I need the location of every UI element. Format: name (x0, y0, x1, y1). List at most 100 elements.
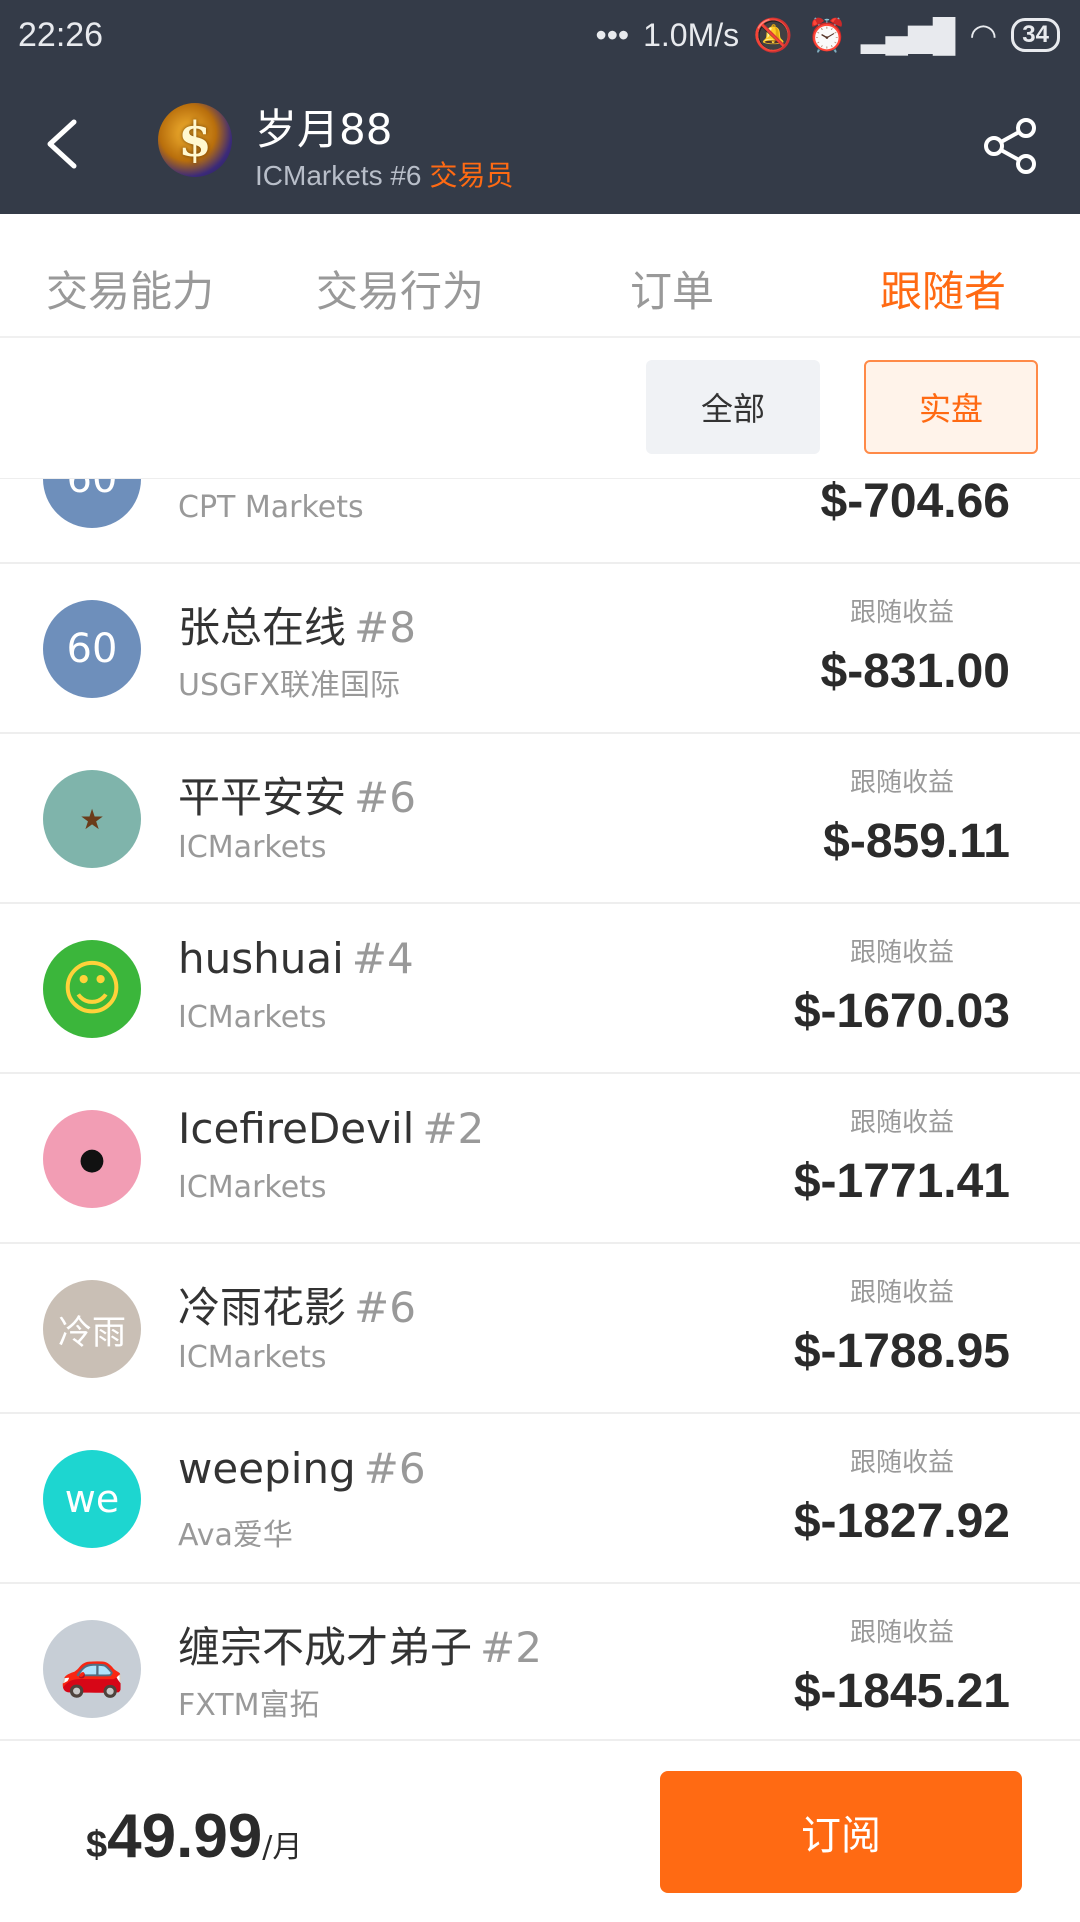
avatar: ● (43, 1110, 141, 1208)
trader-subtitle: ICMarkets #6 交易员 (255, 154, 514, 194)
wifi-icon: ◠ (969, 17, 998, 53)
avatar: ★ (43, 770, 141, 868)
follower-name-text: 平平安安 (178, 773, 347, 822)
follower-rank: #2 (480, 1623, 542, 1672)
price-amount: 49.99 (107, 1802, 263, 1871)
filter-bar: 全部 实盘 (0, 338, 1080, 479)
back-arrow-icon[interactable] (36, 114, 96, 174)
price-currency: $ (86, 1824, 108, 1866)
follower-name: 平平安安 #6 (178, 764, 416, 825)
follower-gain: $-1771.41 (793, 1155, 1010, 1208)
trader-avatar[interactable]: $ (158, 103, 232, 177)
gain-label: 跟随收益 (849, 1108, 954, 1138)
dollar-icon: $ (178, 112, 212, 168)
follower-broker: USGFX联准国际 (178, 668, 401, 703)
follower-name-text: 冷雨花影 (178, 1283, 347, 1332)
list-item[interactable]: 60 CPT Markets $-704.66 (0, 479, 1080, 564)
avatar: we (43, 1450, 141, 1548)
follower-gain: $-859.11 (823, 815, 1010, 868)
tab-orders[interactable]: 订单 (630, 258, 714, 319)
avatar-text: ● (78, 1141, 106, 1177)
avatar: 冷雨 (43, 1280, 141, 1378)
follower-name: 冷雨花影 #6 (178, 1274, 416, 1335)
price-period: /月 (262, 1830, 303, 1865)
follower-rank: #2 (422, 1104, 485, 1153)
avatar-text: 冷雨 (58, 1312, 126, 1353)
tab-bar: 交易能力 交易行为 订单 跟随者 (0, 228, 1080, 338)
avatar: 60 (43, 600, 141, 698)
follower-broker: ICMarkets (178, 830, 327, 865)
follower-gain: $-831.00 (820, 645, 1011, 698)
follower-name: 缠宗不成才弟子 #2 (178, 1614, 542, 1675)
subscription-price: $49.99/月 (86, 1801, 302, 1872)
avatar-text: ★ (79, 802, 105, 836)
tab-followers[interactable]: 跟随者 (880, 258, 1006, 319)
follower-name: hushuai #4 (178, 934, 414, 983)
status-bar: 22:26 ••• 1.0M/s 🔕 ⏰ ▂▄▆█ ◠ 34 (0, 0, 1080, 76)
avatar-text: 60 (66, 626, 118, 672)
follower-rank: #8 (354, 603, 416, 652)
follower-name-text: 张总在线 (178, 603, 347, 652)
gain-label: 跟随收益 (849, 1278, 954, 1308)
follower-rank: #6 (354, 1283, 416, 1332)
avatar-text: we (64, 1477, 120, 1521)
trader-role-badge: 交易员 (429, 159, 514, 192)
filter-all-button[interactable]: 全部 (646, 360, 820, 454)
gain-label: 跟随收益 (849, 1448, 954, 1478)
follower-name: weeping #6 (178, 1444, 426, 1493)
follower-rank: #6 (363, 1444, 426, 1493)
follower-broker: ICMarkets (178, 1170, 327, 1205)
follower-name-text: hushuai (178, 934, 344, 983)
follower-rank: #6 (354, 773, 416, 822)
avatar-text: 🚗 (59, 1639, 125, 1700)
follower-broker: Ava爱华 (178, 1518, 293, 1553)
subscribe-button[interactable]: 订阅 (660, 1771, 1022, 1893)
app-header: $ 岁月88 ICMarkets #6 交易员 (0, 76, 1080, 214)
follower-gain: $-1827.92 (793, 1495, 1010, 1548)
trader-broker: ICMarkets #6 (255, 160, 422, 191)
list-item[interactable]: 冷雨 冷雨花影 #6 ICMarkets 跟随收益 $-1788.95 (0, 1244, 1080, 1414)
signal-icon: ▂▄▆█ (860, 17, 956, 53)
gain-label: 跟随收益 (849, 598, 954, 628)
alarm-icon: ⏰ (806, 17, 847, 53)
follower-broker: CPT Markets (178, 490, 364, 525)
follower-name-text: weeping (178, 1444, 356, 1493)
follower-name: 张总在线 #8 (178, 594, 416, 655)
list-item[interactable]: ★ 平平安安 #6 ICMarkets 跟随收益 $-859.11 (0, 734, 1080, 904)
follower-gain: $-1845.21 (793, 1665, 1010, 1718)
avatar-text: 60 (66, 479, 118, 502)
follower-broker: FXTM富拓 (178, 1688, 320, 1723)
avatar: ☺ (43, 940, 141, 1038)
status-icons: ••• 1.0M/s 🔕 ⏰ ▂▄▆█ ◠ 34 (595, 16, 1060, 54)
list-item[interactable]: ● IcefireDevil #2 ICMarkets 跟随收益 $-1771.4… (0, 1074, 1080, 1244)
avatar: 60 (43, 479, 141, 528)
more-dots-icon: ••• (595, 16, 630, 53)
follower-rank: #4 (351, 934, 414, 983)
list-item[interactable]: 🚗 缠宗不成才弟子 #2 FXTM富拓 跟随收益 $-1845.21 (0, 1584, 1080, 1739)
follower-name-text: 缠宗不成才弟子 (178, 1623, 473, 1672)
follower-broker: ICMarkets (178, 1000, 327, 1035)
tab-trading-ability[interactable]: 交易能力 (46, 258, 214, 319)
list-item[interactable]: 60 张总在线 #8 USGFX联准国际 跟随收益 $-831.00 (0, 564, 1080, 734)
follower-gain: $-704.66 (820, 479, 1011, 528)
gain-label: 跟随收益 (849, 768, 954, 798)
gain-label: 跟随收益 (849, 1618, 954, 1648)
status-time: 22:26 (18, 16, 104, 54)
follower-name: IcefireDevil #2 (178, 1104, 484, 1153)
follower-broker: ICMarkets (178, 1340, 327, 1375)
subscription-footer: $49.99/月 订阅 (0, 1739, 1080, 1922)
tab-trading-behavior[interactable]: 交易行为 (316, 258, 484, 319)
filter-real-account-button[interactable]: 实盘 (864, 360, 1038, 454)
trader-name: 岁月88 (255, 105, 393, 154)
gain-label: 跟随收益 (849, 938, 954, 968)
follower-list[interactable]: 60 CPT Markets $-704.66 60 张总在线 #8 USGFX联… (0, 479, 1080, 1739)
list-item[interactable]: ☺ hushuai #4 ICMarkets 跟随收益 $-1670.03 (0, 904, 1080, 1074)
avatar: 🚗 (43, 1620, 141, 1718)
follower-gain: $-1788.95 (793, 1325, 1010, 1378)
share-icon[interactable] (980, 116, 1040, 176)
follower-gain: $-1670.03 (793, 985, 1010, 1038)
avatar-text: ☺ (60, 954, 124, 1024)
network-speed: 1.0M/s (643, 16, 740, 53)
follower-name-text: IcefireDevil (178, 1104, 415, 1153)
list-item[interactable]: we weeping #6 Ava爱华 跟随收益 $-1827.92 (0, 1414, 1080, 1584)
